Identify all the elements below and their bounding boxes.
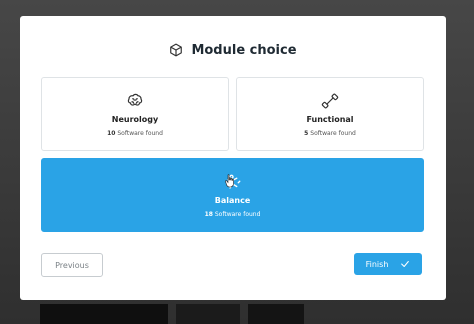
card-name: Functional	[306, 115, 354, 124]
card-name: Balance	[214, 196, 251, 205]
pointer-cursor-icon	[225, 174, 234, 188]
background-panel	[248, 304, 304, 324]
check-icon	[401, 260, 410, 268]
card-count: 10 Software found	[107, 130, 163, 137]
brain-icon	[127, 93, 143, 106]
background-panel	[40, 304, 168, 324]
dumbbell-icon	[321, 93, 339, 109]
module-card-balance[interactable]: Balance 18 Software found	[41, 158, 424, 232]
finish-label: Finish	[365, 259, 389, 269]
card-name: Neurology	[111, 115, 159, 124]
modal-title: Module choice	[191, 42, 297, 58]
previous-button[interactable]: Previous	[41, 253, 103, 277]
module-card-functional[interactable]: Functional 5 Software found	[236, 77, 424, 151]
modal-header: Module choice	[20, 40, 446, 60]
module-choice-modal: Module choice Neurology 10 Software foun…	[20, 16, 446, 300]
card-count: 5 Software found	[304, 130, 356, 137]
module-card-neurology[interactable]: Neurology 10 Software found	[41, 77, 229, 151]
cube-icon	[170, 43, 183, 57]
card-count: 18 Software found	[204, 211, 261, 218]
background-panel	[176, 304, 240, 324]
finish-button[interactable]: Finish	[354, 253, 422, 275]
